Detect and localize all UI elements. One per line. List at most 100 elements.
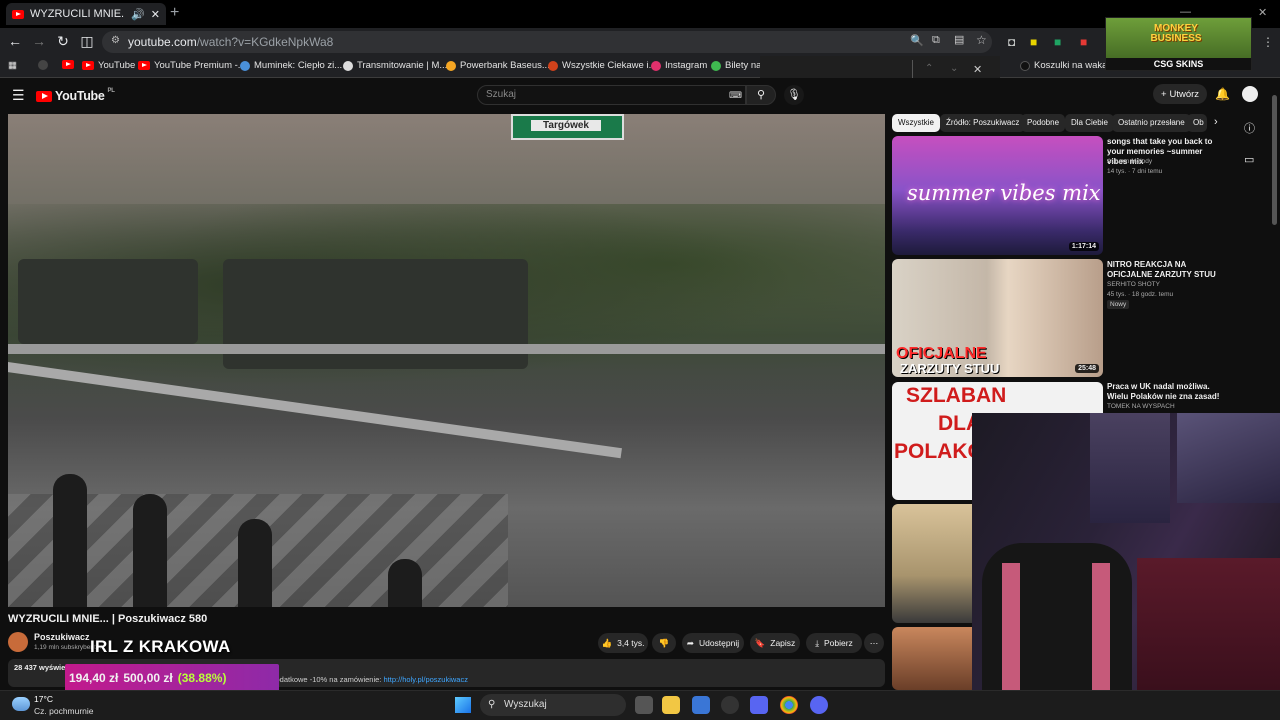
video-player[interactable]: Targówek — [8, 114, 885, 607]
channel-avatar[interactable] — [8, 632, 28, 652]
chip-source[interactable]: Źródło: Poszukiwacz — [940, 114, 1026, 132]
bookmark-muminek[interactable]: Muminek: Ciepło zi... — [240, 60, 342, 71]
save-button[interactable]: 🔖 Zapisz — [750, 633, 800, 653]
taskbar: 17°C Cz. pochmurnie ⚲ Wyszukaj — [0, 690, 1280, 720]
ticket-icon — [711, 60, 721, 71]
bookmark-youtube-premium[interactable]: YouTube Premium -... — [138, 60, 246, 71]
discord-icon[interactable] — [810, 696, 828, 714]
search-input[interactable]: Szukaj — [477, 85, 746, 105]
close-window-icon[interactable]: ✕ — [1258, 6, 1267, 19]
chair-stripe — [1092, 563, 1110, 690]
bookmark-powerbank[interactable]: Powerbank Baseus... — [446, 60, 550, 71]
bookmark-icon[interactable] — [62, 60, 74, 69]
back-icon[interactable]: ← — [6, 33, 24, 49]
close-tab-icon[interactable]: ✕ — [151, 8, 160, 21]
notifications-bell-icon[interactable]: 🔔 — [1215, 87, 1230, 101]
download-button[interactable]: ⤓ Pobierz — [806, 633, 862, 653]
rec-thumbnail[interactable]: summer vibes mix 1:17:14 — [892, 136, 1103, 255]
rec-channel[interactable]: Autumn Melody — [1107, 158, 1152, 165]
find-next-icon[interactable]: ⌄ — [950, 63, 958, 74]
new-tab-button[interactable]: + — [170, 4, 179, 22]
ad-banner[interactable]: MONKEY BUSINESS CSG SKINS — [1105, 17, 1252, 71]
chip-for-you[interactable]: Dla Ciebie — [1065, 114, 1114, 132]
forward-icon[interactable]: → — [30, 33, 48, 49]
bookmark-youtube[interactable]: YouTube — [82, 60, 135, 71]
site-info-icon[interactable]: ⚙ — [111, 35, 120, 46]
address-bar[interactable]: ⚙ youtube.com/watch?v=KGdkeNpkWa8 🔍 ⧉ ▤ … — [102, 31, 992, 53]
windows-start-icon[interactable] — [455, 697, 471, 713]
reader-icon[interactable]: ▤ — [954, 33, 964, 46]
dislike-button[interactable]: 👎 — [652, 633, 676, 653]
taskbar-search[interactable]: ⚲ Wyszukaj — [480, 694, 626, 716]
extension-icon[interactable]: ◘ — [1008, 35, 1015, 49]
rec-channel[interactable]: TOMEK NA WYSPACH — [1107, 403, 1175, 410]
extension-l-icon[interactable]: ■ — [1030, 35, 1037, 49]
chip-all[interactable]: Wszystkie — [892, 114, 940, 132]
bookmark-instagram[interactable]: Instagram — [651, 60, 707, 71]
rec-channel[interactable]: SERHITO SHOTY — [1107, 281, 1160, 288]
weather-temperature[interactable]: 17°C — [34, 694, 53, 704]
file-explorer-icon[interactable] — [662, 696, 680, 714]
wall-panel — [1090, 413, 1170, 523]
chip-more[interactable]: Ob — [1187, 114, 1207, 132]
rec-meta: 14 tys. · 7 dni temu — [1107, 168, 1163, 175]
bookmark-transmitowanie[interactable]: Transmitowanie | M... — [343, 60, 447, 71]
weather-description[interactable]: Cz. pochmurnie — [34, 706, 94, 716]
divider — [912, 60, 913, 80]
install-icon[interactable]: ⧉ — [932, 34, 940, 47]
info-icon[interactable]: ⓘ — [1244, 120, 1255, 136]
avatar[interactable] — [1242, 86, 1258, 102]
task-view-icon[interactable] — [635, 696, 653, 714]
chrome-icon[interactable] — [780, 696, 798, 714]
rec-title[interactable]: NITRO REAKCJA NA OFICJALNE ZARZUTY STUU — [1107, 260, 1222, 280]
thumbs-up-icon: 👍 — [601, 637, 613, 648]
create-button[interactable]: + Utwórz — [1153, 84, 1207, 104]
shop-icon — [446, 60, 456, 71]
keyboard-icon[interactable]: ⌨ — [729, 90, 742, 101]
like-button[interactable]: 👍 3,4 tys. — [598, 633, 648, 653]
bookmark-bilety[interactable]: Bilety na I — [711, 60, 767, 71]
hamburger-menu-icon[interactable]: ☰ — [12, 87, 25, 104]
bookmark-star-icon[interactable]: ☆ — [976, 33, 987, 47]
browser-tab-active[interactable]: WYZRUCILI MNIE... | Poszuki 🔊 ✕ — [6, 3, 166, 25]
chip-recent[interactable]: Ostatnio przesłane — [1112, 114, 1191, 132]
find-previous-icon[interactable]: ⌃ — [925, 63, 933, 74]
reload-icon[interactable]: ↻ — [54, 33, 72, 50]
more-actions-button[interactable]: ⋯ — [864, 633, 884, 653]
thumbnail-text: ZARZUTY STUU — [900, 361, 1000, 376]
apps-icon[interactable]: ▦ — [8, 60, 17, 71]
chip-similar[interactable]: Podobne — [1021, 114, 1066, 132]
bookmark-icon[interactable] — [38, 60, 48, 70]
rec-title[interactable]: Praca w UK nadal możliwa. Wielu Polaków … — [1107, 382, 1222, 402]
instagram-icon — [651, 60, 661, 71]
zoom-icon[interactable]: 🔍 — [910, 34, 924, 47]
discord-active-icon[interactable] — [750, 696, 768, 714]
browser-tab-strip: WYZRUCILI MNIE... | Poszuki 🔊 ✕ + — ✕ — [0, 0, 1280, 28]
sidebar-icon[interactable]: ◫ — [78, 33, 96, 50]
thumbnail-text: SZLABAN — [906, 384, 1007, 407]
youtube-logo[interactable]: YouTube PL — [36, 88, 115, 103]
chevron-right-icon[interactable]: › — [1214, 116, 1218, 128]
bookmark-wszystkie[interactable]: Wszystkie Ciekawe i... — [548, 60, 657, 71]
speaker-icon[interactable]: 🔊 — [131, 8, 145, 21]
voice-search-button[interactable]: 🎙 — [784, 85, 804, 105]
bollard — [388, 559, 422, 607]
extension-green-icon[interactable]: ■ — [1054, 35, 1061, 49]
description-link[interactable]: http://holy.pl/poszukiwacz — [383, 675, 468, 684]
chat-icon[interactable]: ▭ — [1244, 153, 1254, 166]
menu-icon[interactable]: ⋮ — [1262, 35, 1274, 49]
rec-thumbnail[interactable]: OFICJALNE ZARZUTY STUU 25:48 — [892, 259, 1103, 377]
search-icon: ⚲ — [756, 89, 766, 101]
search-button[interactable]: ⚲ — [746, 85, 776, 105]
youtube-icon — [138, 61, 150, 70]
scrollbar-thumb[interactable] — [1272, 95, 1277, 225]
find-close-icon[interactable]: ✕ — [973, 63, 982, 76]
bird-icon — [240, 60, 250, 71]
youtube-favicon-icon — [12, 9, 24, 19]
store-icon[interactable] — [692, 696, 710, 714]
channel-name[interactable]: Poszukiwacz — [34, 632, 90, 642]
share-button[interactable]: ➦ Udostępnij — [682, 633, 744, 653]
bollard — [53, 474, 87, 607]
steam-icon[interactable] — [721, 696, 739, 714]
extension-red-icon[interactable]: ■ — [1080, 35, 1087, 49]
